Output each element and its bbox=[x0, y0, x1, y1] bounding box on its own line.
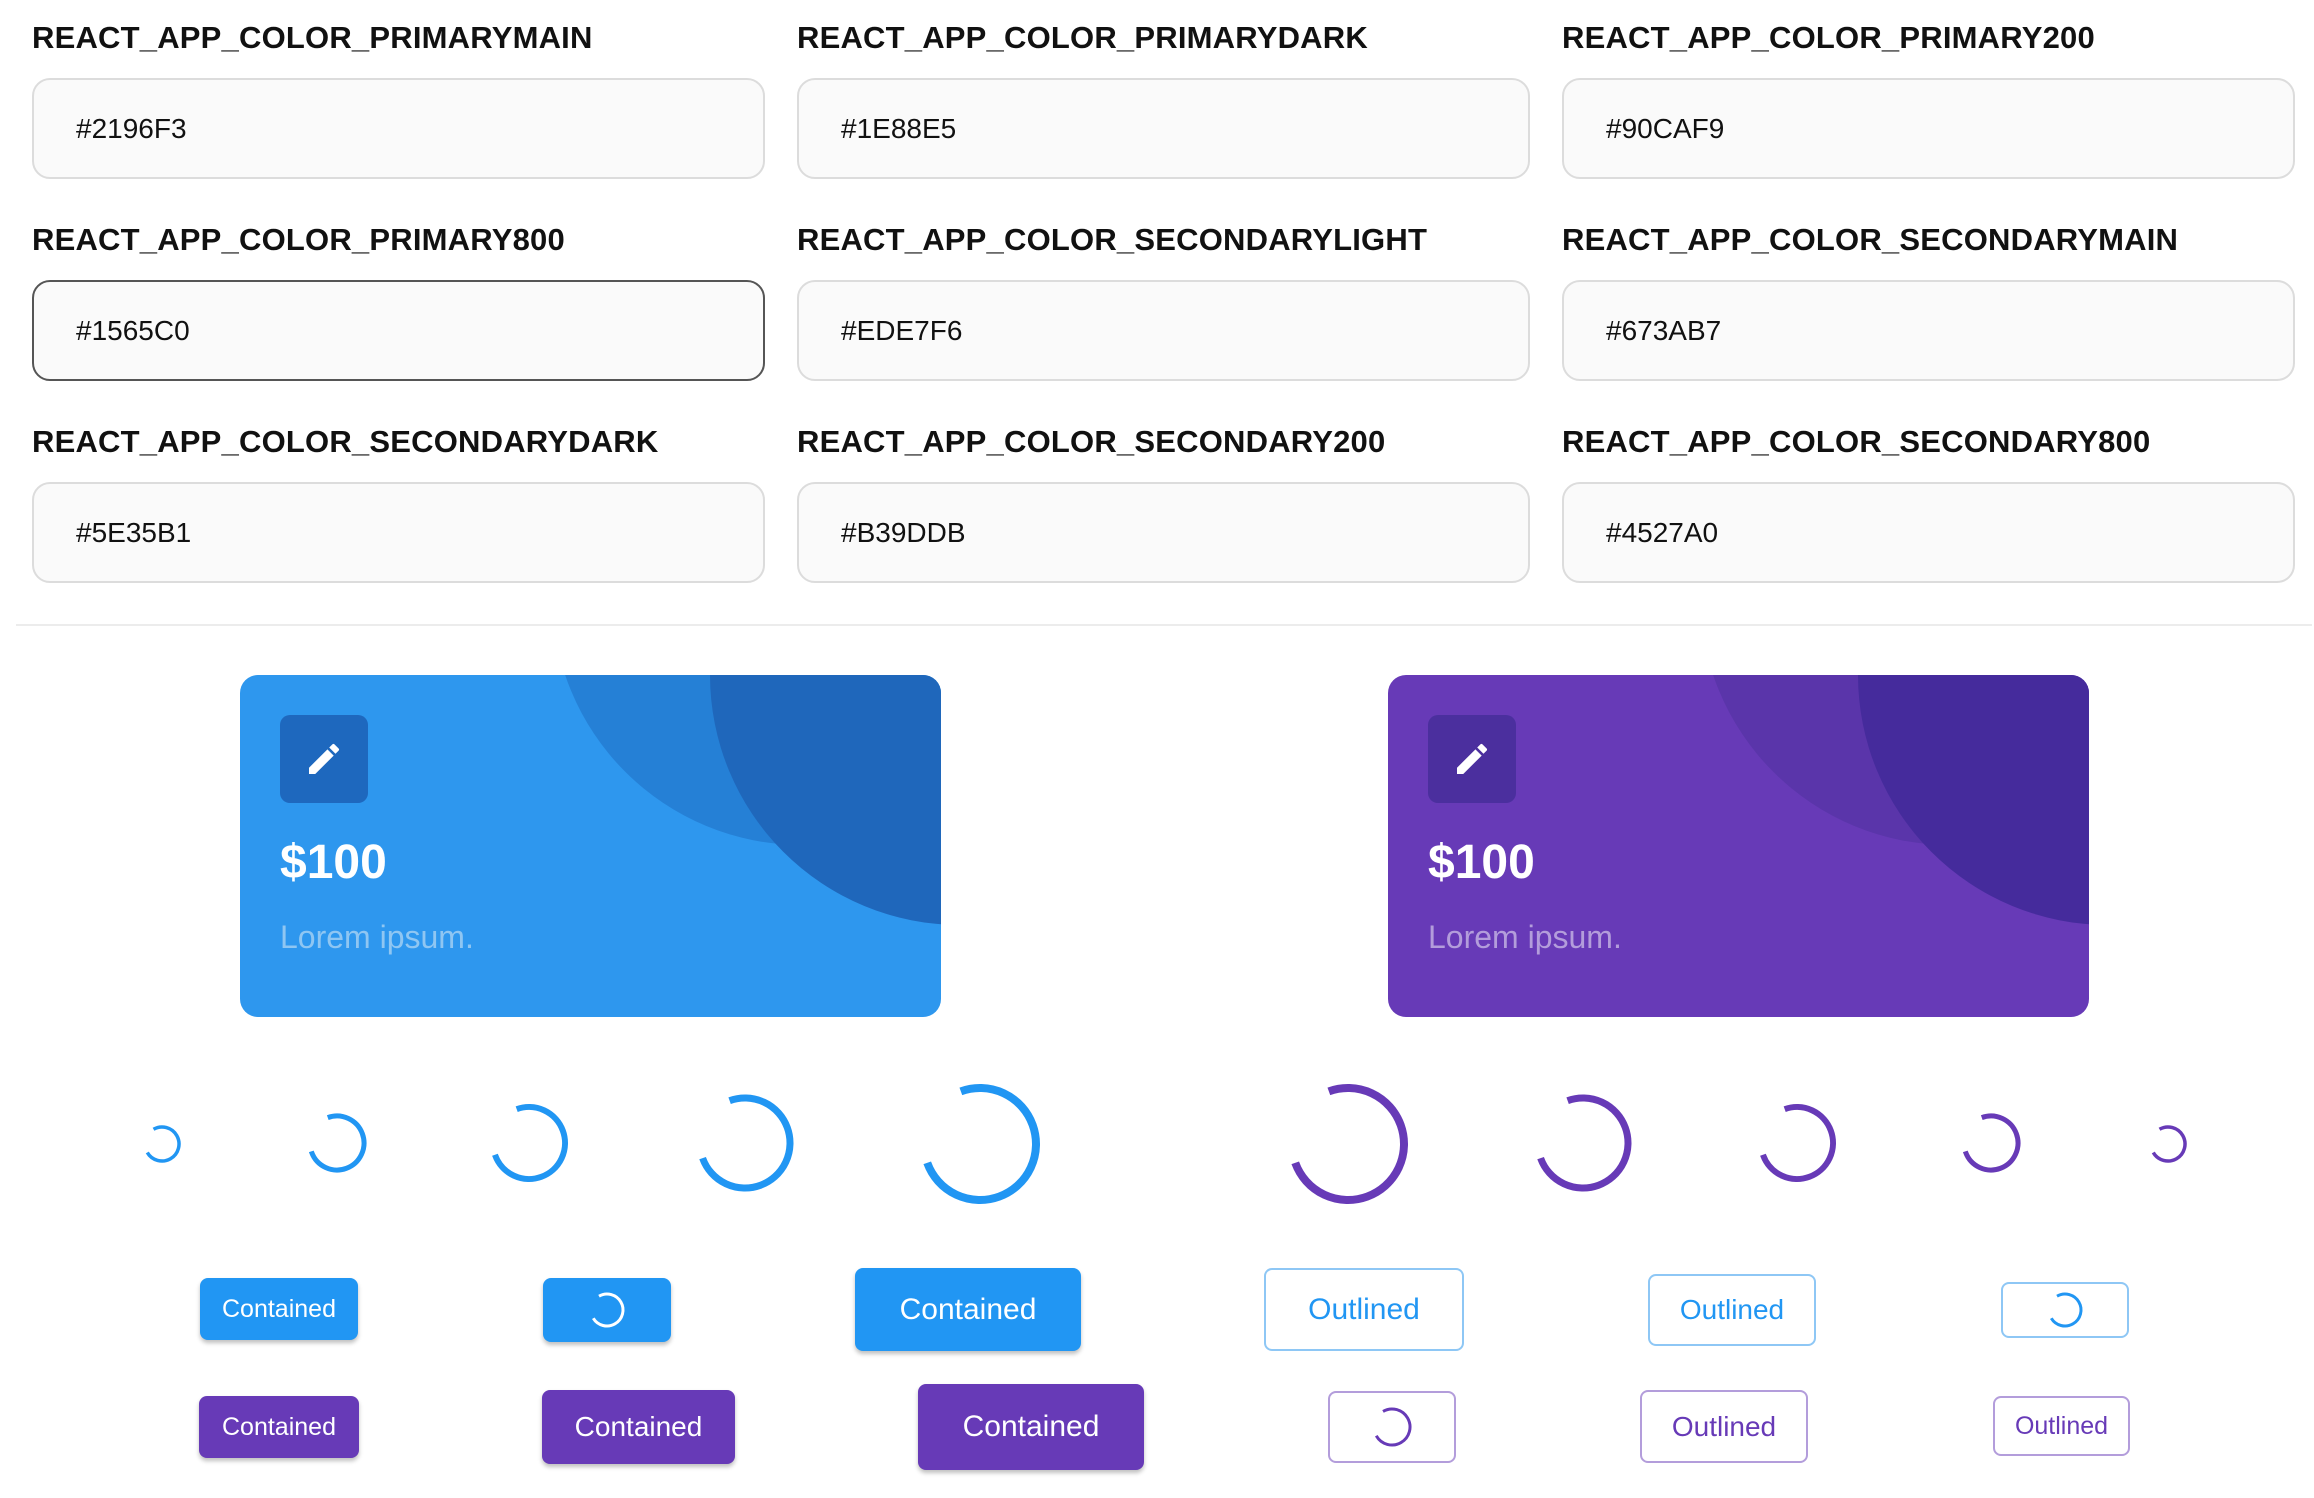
card-subtitle: Lorem ipsum. bbox=[1428, 919, 1622, 955]
primary-dark-input[interactable] bbox=[797, 78, 1530, 179]
card-decoration-circle bbox=[1858, 675, 2089, 925]
contained-button-large[interactable]: Contained bbox=[855, 1268, 1081, 1351]
card-amount: $100 bbox=[280, 836, 387, 889]
divider bbox=[16, 624, 2312, 626]
secondary-main-input[interactable] bbox=[1562, 280, 2295, 381]
outlined-button-small[interactable]: Outlined bbox=[1993, 1396, 2130, 1456]
field-label: REACT_APP_COLOR_SECONDARY200 bbox=[797, 424, 1386, 459]
secondary-800-input[interactable] bbox=[1562, 482, 2295, 583]
field-label: REACT_APP_COLOR_SECONDARYMAIN bbox=[1562, 222, 2179, 257]
outlined-loading-button[interactable] bbox=[1328, 1391, 1456, 1463]
secondary-earning-card: $100 Lorem ipsum. bbox=[1388, 675, 2089, 1017]
secondary-spinner-sm bbox=[1961, 1113, 2021, 1173]
primary-spinner-xs bbox=[143, 1125, 181, 1163]
primary-spinner-xl bbox=[920, 1084, 1040, 1204]
edit-button[interactable] bbox=[1428, 715, 1516, 803]
card-decoration-circle bbox=[710, 675, 941, 925]
outlined-button-medium[interactable]: Outlined bbox=[1648, 1274, 1816, 1346]
field-label: REACT_APP_COLOR_PRIMARYDARK bbox=[797, 20, 1368, 55]
loading-spinner-icon bbox=[589, 1292, 625, 1328]
secondary-spinner-md bbox=[1758, 1104, 1836, 1182]
field-label: REACT_APP_COLOR_PRIMARYMAIN bbox=[32, 20, 593, 55]
secondary-spinner-xs bbox=[2149, 1125, 2187, 1163]
primary-200-input[interactable] bbox=[1562, 78, 2295, 179]
secondary-light-input[interactable] bbox=[797, 280, 1530, 381]
secondary-spinner-xl bbox=[1288, 1084, 1408, 1204]
primary-spinner-lg bbox=[696, 1094, 794, 1192]
field-label: REACT_APP_COLOR_SECONDARY800 bbox=[1562, 424, 2151, 459]
primary-main-input[interactable] bbox=[32, 78, 765, 179]
outlined-button-medium[interactable]: Outlined bbox=[1640, 1390, 1808, 1463]
card-amount: $100 bbox=[1428, 836, 1535, 889]
field-label: REACT_APP_COLOR_PRIMARY200 bbox=[1562, 20, 2095, 55]
secondary-spinner-lg bbox=[1534, 1094, 1632, 1192]
edit-button[interactable] bbox=[280, 715, 368, 803]
loading-spinner-icon bbox=[2047, 1292, 2083, 1328]
outlined-loading-button[interactable] bbox=[2001, 1282, 2129, 1338]
contained-button-large[interactable]: Contained bbox=[918, 1384, 1144, 1470]
pencil-icon bbox=[1457, 743, 1488, 774]
primary-earning-card: $100 Lorem ipsum. bbox=[240, 675, 941, 1017]
primary-800-input[interactable] bbox=[32, 280, 765, 381]
secondary-200-input[interactable] bbox=[797, 482, 1530, 583]
field-label: REACT_APP_COLOR_SECONDARYDARK bbox=[32, 424, 659, 459]
contained-button-small[interactable]: Contained bbox=[199, 1396, 359, 1458]
field-label: REACT_APP_COLOR_PRIMARY800 bbox=[32, 222, 565, 257]
loading-spinner-icon bbox=[1372, 1407, 1412, 1447]
contained-button-medium[interactable]: Contained bbox=[542, 1390, 735, 1464]
primary-spinner-md bbox=[490, 1104, 568, 1182]
primary-spinner-sm bbox=[307, 1113, 367, 1173]
contained-button-small[interactable]: Contained bbox=[200, 1278, 358, 1340]
card-subtitle: Lorem ipsum. bbox=[280, 919, 474, 955]
secondary-dark-input[interactable] bbox=[32, 482, 765, 583]
pencil-icon bbox=[309, 743, 340, 774]
outlined-button-large[interactable]: Outlined bbox=[1264, 1268, 1464, 1351]
contained-loading-button[interactable] bbox=[543, 1278, 671, 1342]
field-label: REACT_APP_COLOR_SECONDARYLIGHT bbox=[797, 222, 1428, 257]
